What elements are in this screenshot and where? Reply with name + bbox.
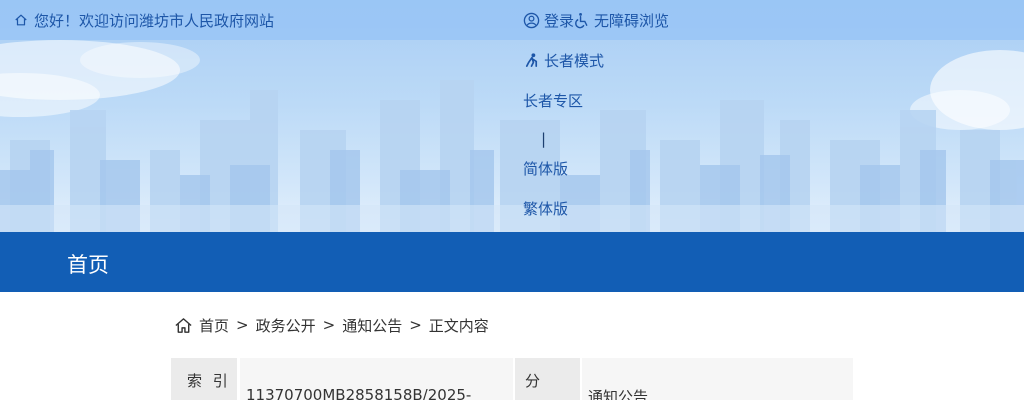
breadcrumb-separator: > (322, 316, 336, 334)
traditional-label: 繁体版 (523, 199, 569, 218)
user-icon (523, 12, 540, 28)
simplified-label: 简体版 (523, 159, 569, 178)
accessibility-label: 无障碍浏览 (594, 11, 670, 30)
simplified-chinese-link[interactable]: 简体版 (523, 158, 568, 178)
breadcrumb-separator: > (236, 316, 249, 334)
elder-zone-link[interactable]: 长者专区 (523, 90, 583, 110)
login-link[interactable]: 登录 (523, 10, 574, 30)
category-value: 通知公告 (582, 358, 853, 400)
header-banner: 您好！欢迎访问潍坊市人民政府网站 登录 无障碍浏览 长者模式 长者专区 | 简体… (0, 0, 1024, 232)
index-value: 11370700MB2858158B/2025-07216 (240, 358, 513, 400)
elder-icon (525, 52, 538, 67)
breadcrumb-notices[interactable]: 通知公告 (342, 315, 402, 336)
breadcrumb: 首页 > 政务公开 > 通知公告 > 正文内容 (174, 314, 489, 336)
home-icon (15, 14, 27, 26)
main-nav: 首页 (0, 232, 1024, 292)
nav-item-home[interactable]: 首页 (67, 249, 109, 279)
document-info-table: 索 引 11370700MB2858158B/2025-07216 分 通知公告 (171, 358, 853, 400)
breadcrumb-current: 正文内容 (428, 316, 489, 335)
welcome-message: 您好！欢迎访问潍坊市人民政府网站 (14, 10, 274, 30)
language-separator: | (541, 130, 547, 148)
breadcrumb-separator: > (409, 316, 422, 334)
traditional-chinese-link[interactable]: 繁体版 (523, 198, 568, 218)
category-label: 分 (515, 358, 580, 400)
index-label: 索 引 (171, 358, 237, 400)
welcome-text: 您好！欢迎访问潍坊市人民政府网站 (34, 11, 275, 30)
breadcrumb-home[interactable]: 首页 (199, 315, 229, 336)
breadcrumb-gov-affairs[interactable]: 政务公开 (256, 315, 316, 336)
wheelchair-icon (575, 12, 588, 28)
login-label: 登录 (544, 11, 575, 30)
accessibility-link[interactable]: 无障碍浏览 (573, 10, 669, 30)
home-outline-icon (175, 317, 192, 333)
elder-mode-link[interactable]: 长者模式 (523, 50, 604, 70)
elder-mode-label: 长者模式 (544, 51, 605, 70)
elder-zone-label: 长者专区 (523, 91, 584, 110)
